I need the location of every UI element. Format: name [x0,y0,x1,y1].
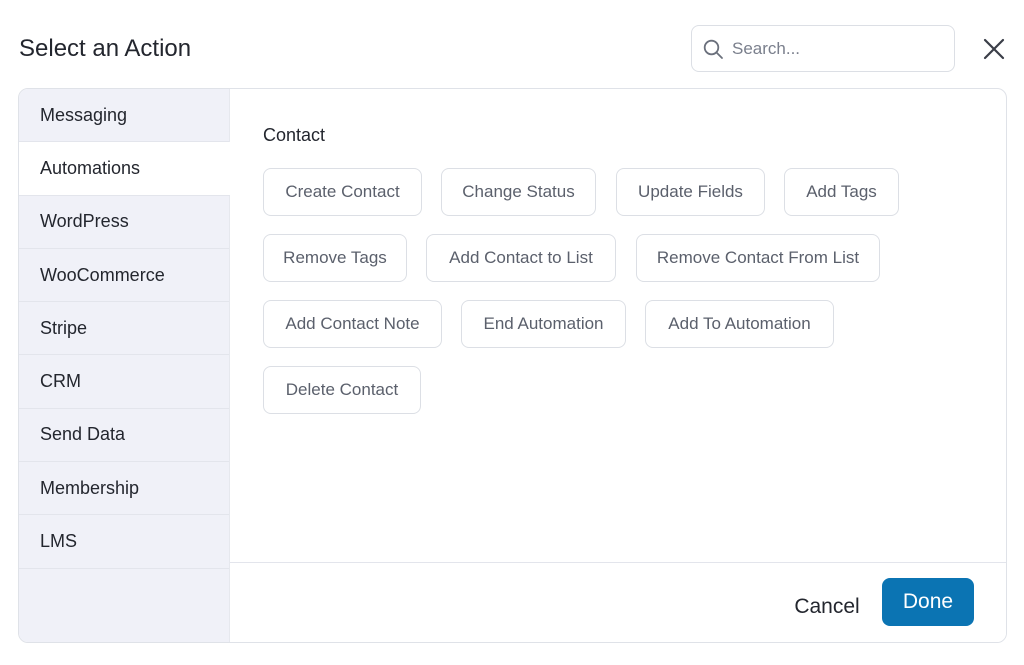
action-create-contact[interactable]: Create Contact [263,168,422,216]
action-add-to-automation[interactable]: Add To Automation [645,300,834,348]
sidebar-item-crm[interactable]: CRM [19,355,229,409]
sidebar-item-label: WooCommerce [40,264,165,285]
close-icon[interactable] [982,37,1006,61]
sidebar-item-wordpress[interactable]: WordPress [19,196,229,249]
sidebar-item-automations[interactable]: Automations [19,142,230,196]
sidebar-item-label: Stripe [40,317,88,338]
sidebar-item-label: CRM [40,371,81,392]
action-delete-contact[interactable]: Delete Contact [263,366,421,414]
sidebar-item-label: Automations [40,157,141,178]
dialog-footer: Cancel Done [230,562,1006,642]
sidebar-item-send-data[interactable]: Send Data [19,409,229,463]
action-add-tags[interactable]: Add Tags [784,168,899,216]
cancel-button[interactable]: Cancel [782,583,872,631]
action-change-status[interactable]: Change Status [441,168,596,216]
sidebar-item-woocommerce[interactable]: WooCommerce [19,249,229,303]
sidebar-item-label: Send Data [40,424,126,445]
done-button[interactable]: Done [882,578,974,626]
sidebar-item-lms[interactable]: LMS [19,515,229,569]
action-remove-tags[interactable]: Remove Tags [263,234,407,282]
sidebar-item-label: Messaging [40,104,128,125]
section-title: Contact [263,125,326,145]
search-icon [703,39,724,60]
sidebar-item-label: WordPress [40,211,129,232]
search-input[interactable] [732,34,944,64]
action-update-fields[interactable]: Update Fields [616,168,765,216]
dialog-header: Select an Action [0,0,1024,88]
action-remove-contact-from-list[interactable]: Remove Contact From List [636,234,880,282]
sidebar-item-messaging[interactable]: Messaging [19,89,229,143]
search-box[interactable] [691,25,955,72]
action-end-automation[interactable]: End Automation [461,300,626,348]
sidebar-item-label: Membership [40,477,140,498]
sidebar-item-label: LMS [40,531,78,552]
dialog-panel: Messaging Automations WordPress WooComme… [18,88,1007,643]
action-add-contact-note[interactable]: Add Contact Note [263,300,442,348]
category-sidebar: Messaging Automations WordPress WooComme… [19,89,230,642]
dialog-title: Select an Action [19,35,192,62]
sidebar-item-membership[interactable]: Membership [19,462,229,516]
action-add-contact-to-list[interactable]: Add Contact to List [426,234,616,282]
actions-content: Contact Create Contact Change Status Upd… [230,89,1006,562]
sidebar-item-stripe[interactable]: Stripe [19,302,229,356]
